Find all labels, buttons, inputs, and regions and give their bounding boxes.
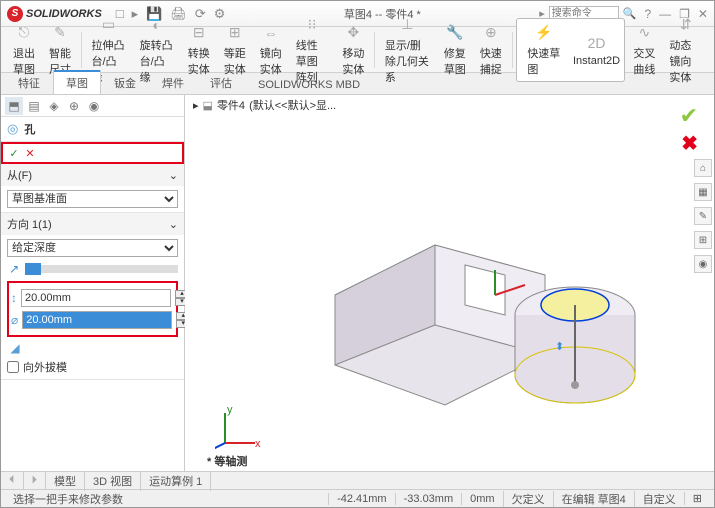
separator: [374, 32, 375, 68]
chevron-icon: ⌄: [169, 218, 178, 231]
chevron-icon: ⌄: [169, 169, 178, 182]
expand-icon[interactable]: ▸: [193, 99, 199, 112]
breadcrumb[interactable]: ▸ ⬓ 零件4 (默认<<默认>显...: [193, 97, 336, 113]
scroll-right[interactable]: ⏵: [24, 472, 47, 489]
section-from: 从(F)⌄ 草图基准面: [1, 164, 184, 213]
snap-button[interactable]: ⊕快速捕捉: [474, 21, 508, 79]
taskpane-icon[interactable]: ◉: [694, 255, 712, 273]
tab-features[interactable]: 特征: [5, 71, 53, 94]
pm-tab-feature-icon[interactable]: ⬒: [5, 97, 23, 115]
depth-icon: ↕: [11, 291, 17, 305]
tab-sheetmetal[interactable]: 钣金: [101, 71, 149, 94]
end-condition-select[interactable]: 给定深度: [7, 239, 178, 257]
pm-tabs: ⬒ ▤ ◈ ⊕ ◉: [1, 95, 184, 117]
svg-text:⬍: ⬍: [555, 341, 564, 353]
status-y: -33.03mm: [395, 493, 462, 505]
tab-model[interactable]: 模型: [46, 471, 85, 491]
pm-title: 孔: [24, 121, 35, 137]
exit-sketch-button[interactable]: ⎋退出草图: [7, 21, 41, 79]
status-defined: 欠定义: [503, 491, 553, 507]
section-dir-title[interactable]: 方向 1(1)⌄: [1, 213, 184, 235]
reverse-icon[interactable]: ↗: [7, 262, 21, 276]
settings-icon[interactable]: ⚙: [214, 6, 226, 22]
tab-motion[interactable]: 运动算例 1: [141, 471, 211, 491]
repair-button[interactable]: 🔧修复草图: [438, 21, 472, 79]
display-state: (默认<<默认>显...: [249, 97, 336, 113]
pm-tab-more-icon[interactable]: ◉: [85, 97, 103, 115]
model-3d: ⬍: [315, 175, 675, 435]
search-icon[interactable]: 🔍: [623, 7, 637, 20]
view-label: * 等轴测: [207, 453, 247, 469]
section-direction: 方向 1(1)⌄ 给定深度 ↗ ↕ ▴▾ ⌀ ▴▾: [1, 213, 184, 380]
pm-tab-config-icon[interactable]: ▤: [25, 97, 43, 115]
status-message: 选择一把手来修改参数: [5, 491, 131, 507]
draft-checkbox[interactable]: [7, 361, 19, 373]
relations-button[interactable]: ⊥显示/删除几何关系: [379, 13, 436, 87]
help-button[interactable]: ?: [644, 7, 651, 21]
convert-button[interactable]: ⊟转换实体: [182, 21, 216, 79]
taskpane-icon[interactable]: ⊞: [694, 231, 712, 249]
move-button[interactable]: ✥移动实体: [336, 21, 370, 79]
highlighted-inputs: ↕ ▴▾ ⌀ ▴▾: [7, 281, 178, 337]
refresh-icon[interactable]: ⟳: [195, 6, 206, 22]
status-x: -42.41mm: [328, 493, 395, 505]
ok-button[interactable]: ✓: [7, 146, 21, 160]
tab-evaluate[interactable]: 评估: [197, 71, 245, 94]
diameter-input[interactable]: [22, 311, 172, 329]
view-triad[interactable]: y x: [215, 403, 265, 453]
part-icon: ⬓: [203, 99, 213, 112]
pm-header: ◎ 孔: [1, 117, 184, 142]
status-z: 0mm: [461, 493, 502, 505]
instant2d-button[interactable]: 2DInstant2D: [573, 21, 621, 79]
pm-tab-display-icon[interactable]: ◈: [45, 97, 63, 115]
separator: [512, 32, 513, 68]
taskpane-icon[interactable]: ✎: [694, 207, 712, 225]
diameter-icon: ⌀: [11, 313, 18, 327]
separator: [81, 32, 82, 68]
quick-sketch-button[interactable]: ⚡快速草图: [521, 21, 566, 79]
draft-icon[interactable]: ◢: [7, 341, 23, 355]
bottom-tabs: ⏴ ⏵ 模型 3D 视图 运动算例 1: [1, 471, 714, 489]
part-name[interactable]: 零件4: [217, 97, 245, 113]
direction-slider[interactable]: [25, 265, 178, 273]
property-manager: ⬒ ▤ ◈ ⊕ ◉ ◎ 孔 ✓ ✕ 从(F)⌄ 草图基准面 方向 1(1)⌄ 给…: [1, 95, 185, 471]
curve-button[interactable]: ∿交叉曲线: [627, 21, 661, 79]
svg-text:y: y: [227, 404, 233, 416]
tab-3dview[interactable]: 3D 视图: [85, 471, 141, 491]
pm-tab-appearance-icon[interactable]: ⊕: [65, 97, 83, 115]
svg-text:x: x: [255, 438, 261, 450]
depth-input[interactable]: [21, 289, 171, 307]
content-area: ⬒ ▤ ◈ ⊕ ◉ ◎ 孔 ✓ ✕ 从(F)⌄ 草图基准面 方向 1(1)⌄ 给…: [1, 95, 714, 471]
quick-group: ⚡快速草图 2DInstant2D: [516, 18, 625, 82]
mirror-button[interactable]: ⇔镜向实体: [254, 21, 288, 79]
section-from-title[interactable]: 从(F)⌄: [1, 164, 184, 186]
pm-ok-cancel: ✓ ✕: [1, 142, 184, 164]
task-pane: ⌂ ▦ ✎ ⊞ ◉: [694, 159, 712, 273]
status-icon[interactable]: ⊞: [684, 492, 710, 505]
taskpane-icon[interactable]: ▦: [694, 183, 712, 201]
status-bar: 选择一把手来修改参数 -42.41mm -33.03mm 0mm 欠定义 在编辑…: [1, 489, 714, 507]
cancel-button[interactable]: ✕: [23, 146, 37, 160]
reject-icon[interactable]: ✖: [681, 131, 698, 156]
status-editing: 在编辑 草图4: [553, 491, 634, 507]
offset-button[interactable]: ⊞等距实体: [218, 21, 252, 79]
draft-label: 向外拔模: [23, 359, 67, 375]
dyn-mirror-button[interactable]: ⇵动态镜向实体: [663, 13, 708, 87]
confirm-icon[interactable]: ✔: [680, 103, 698, 129]
draft-outward[interactable]: 向外拔模: [7, 359, 178, 375]
tab-sketch[interactable]: 草图: [53, 70, 101, 94]
ribbon: ⎋退出草图 ✎智能尺寸 ▭拉伸凸台/凸缘 ◐旋转凸台/凸缘 ⊟转换实体 ⊞等距实…: [1, 27, 714, 73]
scroll-left[interactable]: ⏴: [1, 472, 24, 489]
logo-icon: S: [7, 6, 23, 22]
tab-mbd[interactable]: SOLIDWORKS MBD: [245, 75, 373, 94]
taskpane-icon[interactable]: ⌂: [694, 159, 712, 177]
status-custom: 自定义: [634, 491, 684, 507]
from-select[interactable]: 草图基准面: [7, 190, 178, 208]
hole-icon: ◎: [7, 121, 18, 137]
tab-weldments[interactable]: 焊件: [149, 71, 197, 94]
graphics-viewport[interactable]: ▸ ⬓ 零件4 (默认<<默认>显... ✔ ✖ ⌂ ▦ ✎ ⊞ ◉: [185, 95, 714, 471]
